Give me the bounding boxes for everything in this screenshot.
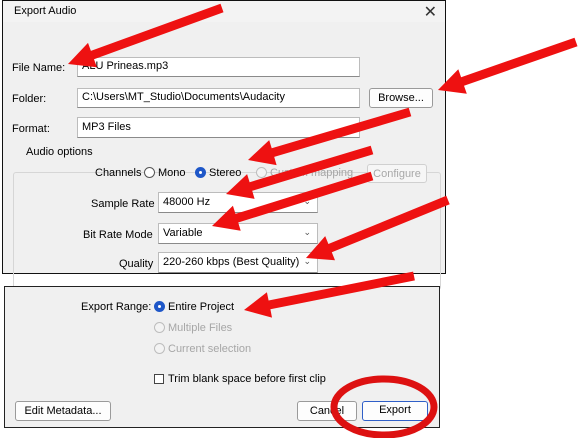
dialog-title: Export Audio: [14, 5, 77, 17]
bit-rate-mode-label: Bit Rate Mode: [83, 229, 153, 241]
quality-label: Quality: [119, 258, 154, 270]
bit-rate-mode-value: Variable: [163, 227, 203, 239]
configure-button[interactable]: Configure: [367, 164, 427, 183]
quality-value: 220-260 kbps (Best Quality): [163, 256, 300, 268]
dialog-titlebar: Export Audio ✕: [2, 0, 446, 22]
export-range-panel: Export Range: Entire Project Multiple Fi…: [4, 286, 440, 428]
chevron-down-icon: ⌄: [303, 227, 311, 237]
export-button[interactable]: Export: [362, 401, 428, 421]
current-selection-label: Current selection: [168, 343, 252, 355]
close-icon[interactable]: ✕: [424, 2, 437, 22]
folder-input[interactable]: C:\Users\MT_Studio\Documents\Audacity: [77, 88, 360, 108]
chevron-down-icon: ⌄: [303, 196, 311, 206]
bit-rate-mode-select[interactable]: Variable ⌄: [158, 223, 318, 244]
chevron-down-icon: ⌄: [303, 256, 311, 266]
custom-mapping-label: Custom mapping: [270, 167, 354, 179]
stereo-radio[interactable]: [195, 167, 206, 178]
format-select[interactable]: MP3 Files ⌄: [77, 117, 360, 138]
arrow-browse: [438, 37, 578, 94]
mono-label: Mono: [158, 167, 186, 179]
file-name-label: File Name:: [12, 62, 66, 74]
current-selection-radio[interactable]: [154, 343, 165, 354]
trim-label: Trim blank space before first clip: [168, 373, 326, 385]
audio-options-label: Audio options: [24, 146, 95, 158]
entire-project-radio[interactable]: [154, 301, 165, 312]
folder-label: Folder:: [12, 93, 47, 105]
cancel-button[interactable]: Cancel: [297, 401, 357, 421]
sample-rate-select[interactable]: 48000 Hz ⌄: [158, 192, 318, 213]
channels-label: Channels: [95, 167, 142, 179]
entire-project-label: Entire Project: [168, 301, 235, 313]
quality-select[interactable]: 220-260 kbps (Best Quality) ⌄: [158, 252, 318, 273]
mono-radio[interactable]: [144, 167, 155, 178]
chevron-down-icon: ⌄: [345, 121, 353, 131]
edit-metadata-button[interactable]: Edit Metadata...: [15, 401, 111, 421]
multiple-files-radio[interactable]: [154, 322, 165, 333]
trim-checkbox[interactable]: [154, 374, 164, 384]
format-label: Format:: [12, 123, 50, 135]
file-name-input[interactable]: ALU Prineas.mp3: [77, 57, 360, 77]
export-settings-panel: File Name: ALU Prineas.mp3 Folder: C:\Us…: [2, 22, 446, 290]
browse-button[interactable]: Browse...: [369, 88, 433, 108]
stereo-label: Stereo: [209, 167, 242, 179]
multiple-files-label: Multiple Files: [168, 322, 233, 334]
format-value: MP3 Files: [82, 121, 131, 133]
sample-rate-label: Sample Rate: [91, 198, 155, 210]
sample-rate-value: 48000 Hz: [163, 196, 211, 208]
export-range-label: Export Range:: [81, 301, 152, 313]
custom-mapping-radio[interactable]: [256, 167, 267, 178]
